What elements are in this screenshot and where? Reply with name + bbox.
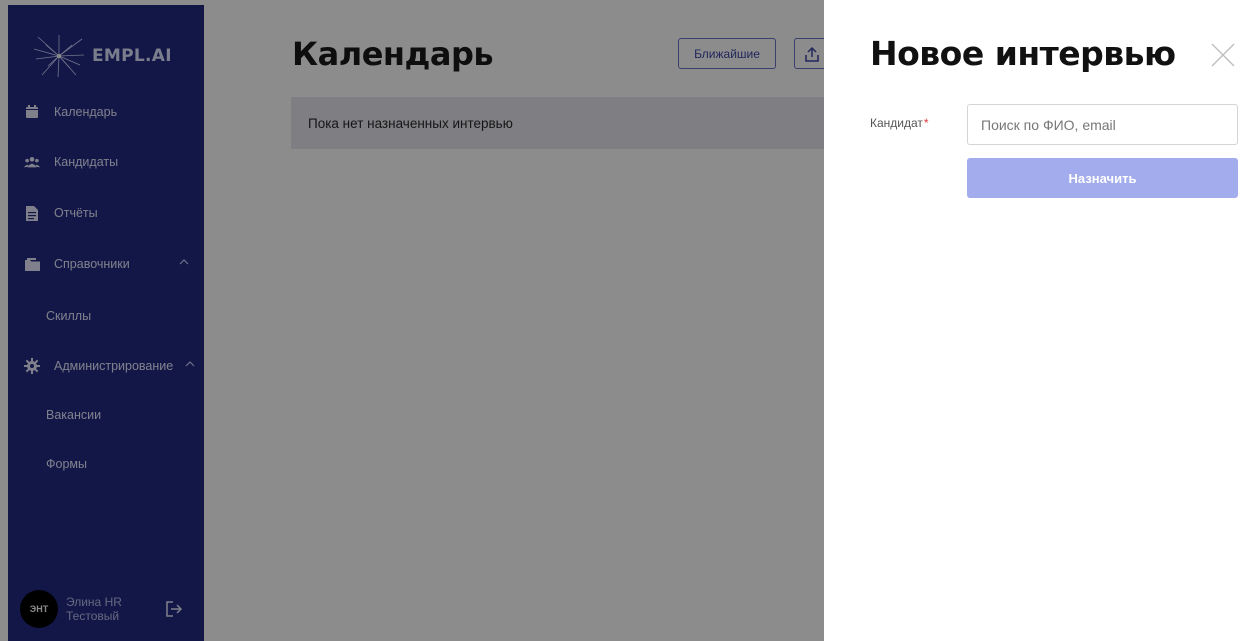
avatar[interactable]: ЭНТ — [20, 590, 58, 628]
gear-icon — [24, 358, 40, 374]
calendar-icon — [24, 104, 40, 120]
document-icon — [24, 205, 40, 221]
users-icon — [24, 154, 40, 170]
sidebar-item-label: Кандидаты — [54, 155, 119, 169]
sidebar-item-administration[interactable]: Администрирование — [8, 351, 204, 381]
sidebar-subitem-vacancies[interactable]: Вакансии — [46, 403, 101, 427]
chevron-up-icon[interactable] — [184, 358, 196, 370]
drawer-title: Новое интервью — [870, 34, 1176, 73]
chevron-up-icon[interactable] — [178, 256, 190, 268]
sidebar-item-label: Администрирование — [54, 359, 174, 373]
upload-icon — [805, 46, 819, 62]
user-name: Элина HR Тестовый — [66, 595, 122, 623]
candidate-label: Кандидат* — [870, 116, 929, 130]
close-icon[interactable] — [1210, 42, 1236, 68]
main-content: Календарь Ближайшие Пока нет назначенных… — [204, 5, 834, 641]
new-interview-drawer: Новое интервью Кандидат* Назначить — [824, 0, 1248, 641]
logo-text: EMPL.AI — [92, 46, 172, 66]
sidebar-subitem-forms[interactable]: Формы — [46, 452, 87, 476]
candidate-label-text: Кандидат — [870, 116, 923, 130]
sidebar-item-references[interactable]: Справочники — [8, 249, 204, 279]
sidebar-item-candidates[interactable]: Кандидаты — [8, 147, 204, 177]
sidebar-item-label: Отчёты — [54, 206, 98, 220]
empty-state-message: Пока нет назначенных интервью — [291, 97, 831, 149]
sidebar-item-label: Календарь — [54, 105, 118, 119]
sidebar-item-calendar[interactable]: Календарь — [8, 97, 204, 127]
app: EMPL.AI Календарь Кандидаты Отчёты Справ — [0, 0, 1248, 641]
user-panel: ЭНТ Элина HR Тестовый — [20, 589, 200, 629]
page-title: Календарь — [292, 35, 494, 73]
sidebar-subitem-label: Скиллы — [46, 309, 92, 323]
logo[interactable]: EMPL.AI — [32, 33, 172, 79]
sidebar-subitem-skills[interactable]: Скиллы — [46, 304, 91, 328]
sidebar-item-reports[interactable]: Отчёты — [8, 198, 204, 228]
sidebar-subitem-label: Формы — [46, 457, 87, 471]
nearest-button[interactable]: Ближайшие — [678, 38, 776, 69]
logout-icon[interactable] — [164, 599, 184, 619]
folder-icon — [24, 256, 40, 272]
required-asterisk: * — [923, 116, 929, 130]
sidebar-item-label: Справочники — [54, 257, 130, 271]
candidate-search-input[interactable] — [967, 104, 1238, 145]
assign-button[interactable]: Назначить — [967, 158, 1238, 198]
sidebar: EMPL.AI Календарь Кандидаты Отчёты Справ — [8, 5, 204, 641]
sidebar-subitem-label: Вакансии — [46, 408, 102, 422]
logo-burst-icon — [33, 35, 85, 78]
